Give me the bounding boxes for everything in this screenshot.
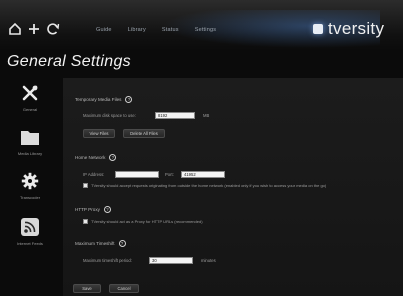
home-icon[interactable] [8,22,22,36]
save-button[interactable]: Save [73,284,101,293]
max-disk-unit: MB [203,113,210,118]
sidebar-item-media-library[interactable]: Media Library [0,126,60,156]
view-files-button[interactable]: View Files [83,129,115,138]
sidebar-item-transcoder[interactable]: Transcoder [0,170,60,200]
ip-address-input[interactable] [115,171,159,178]
section-temp-files: Temporary Media Files ? [75,96,133,103]
add-icon[interactable] [27,22,41,36]
tversity-logo-icon [313,24,323,34]
section-home-network: Home Network ? [75,154,117,161]
timeshift-period-label: Maximum timeshift period: [83,258,132,263]
remote-access-label: TVersity should accept requests originat… [91,183,327,188]
sidebar-item-internet-feeds[interactable]: Internet Feeds [0,216,60,246]
tools-icon [19,82,41,104]
help-icon[interactable]: ? [118,240,126,247]
max-disk-label: Maximum disk space to use: [83,113,136,118]
section-title: Home Network [75,155,106,160]
timeshift-period-input[interactable]: 30 [149,257,193,264]
max-disk-input[interactable]: 8192 [155,112,195,119]
sidebar-item-label: Transcoder [19,195,41,200]
ip-address-label: IP Address: [83,172,105,177]
help-icon[interactable]: ? [103,206,111,213]
nav-library[interactable]: Library [128,27,146,33]
port-input[interactable]: 41952 [181,171,225,178]
help-icon[interactable]: ? [109,154,117,161]
settings-panel: Temporary Media Files ? Maximum disk spa… [63,78,403,296]
help-icon[interactable]: ? [125,96,133,103]
cancel-button[interactable]: Cancel [109,284,139,293]
timeshift-period-unit: minutes [201,258,216,263]
section-http-proxy: HTTP Proxy ? [75,206,111,213]
sidebar-item-general[interactable]: General [0,82,60,112]
section-title: HTTP Proxy [75,207,100,212]
brand-name: tversity [328,19,385,38]
section-max-timeshift: Maximum Timeshift ? [75,240,126,247]
folder-icon [19,126,41,148]
main-nav: Guide Library Status Settings [96,27,216,33]
port-label: Port: [165,172,174,177]
nav-status[interactable]: Status [162,27,179,33]
page-title: General Settings [7,53,131,70]
nav-settings[interactable]: Settings [195,27,216,33]
brand-logo: tversity [313,19,384,39]
http-proxy-label: TVersity should act as a Proxy for HTTP … [91,219,203,224]
top-bar: Guide Library Status Settings tversity [0,0,403,50]
sidebar-item-label: Internet Feeds [17,241,43,246]
http-proxy-checkbox[interactable] [83,219,88,224]
rss-icon [19,216,41,238]
section-title: Maximum Timeshift [75,241,115,246]
nav-guide[interactable]: Guide [96,27,112,33]
delete-files-button[interactable]: Delete All Files [123,129,165,138]
gear-icon [19,170,41,192]
refresh-icon[interactable] [46,22,60,36]
remote-access-checkbox[interactable] [83,183,88,188]
section-title: Temporary Media Files [75,97,122,102]
sidebar-item-label: Media Library [17,151,43,156]
sidebar-item-label: General [22,107,38,112]
